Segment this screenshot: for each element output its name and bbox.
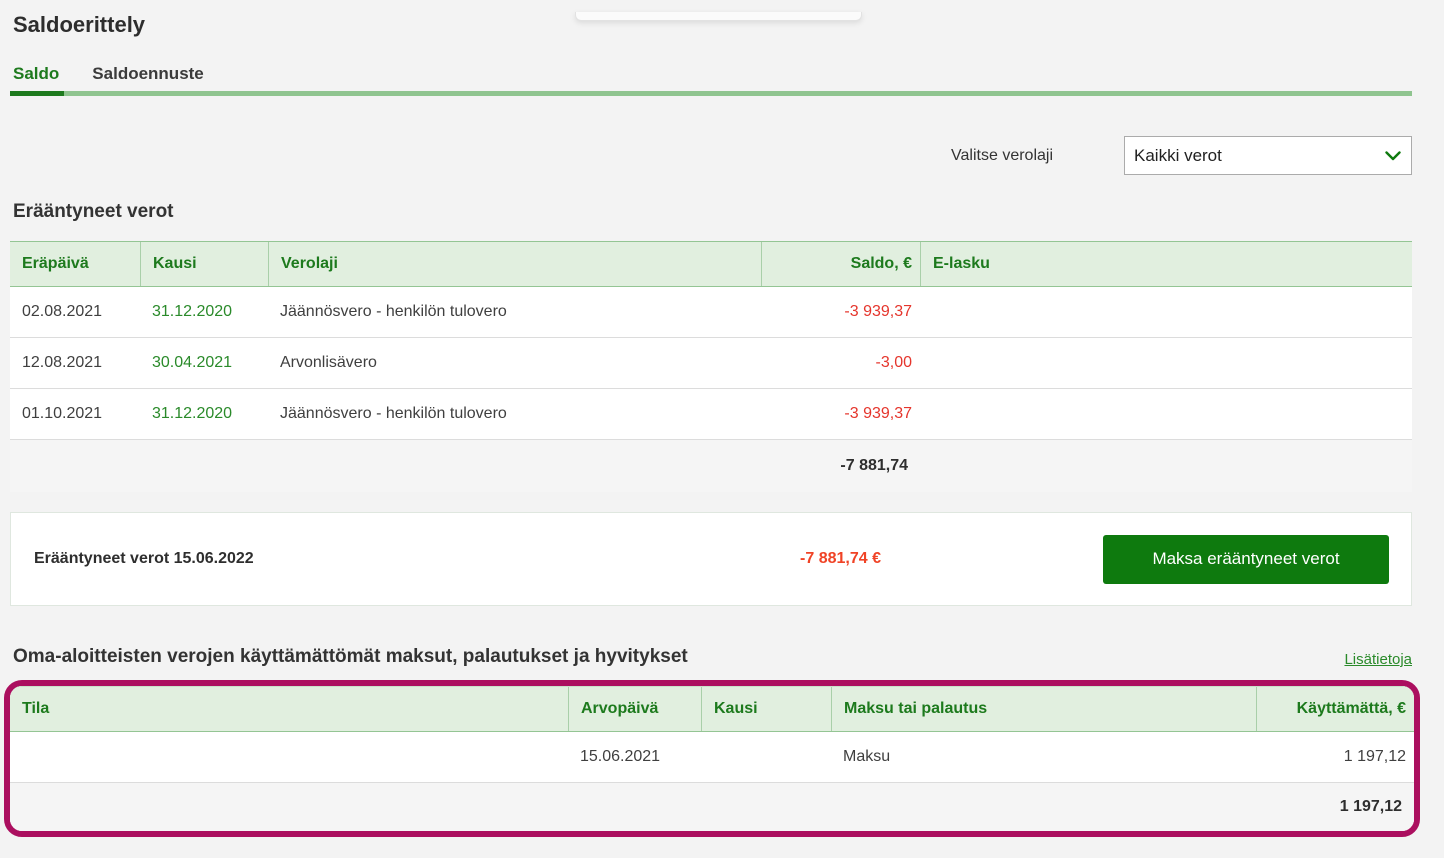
value-date-cell: 15.06.2021 (568, 732, 701, 782)
active-tab-indicator (10, 91, 64, 96)
column-header-period: Kausi (140, 242, 268, 286)
column-header-payment-or-refund: Maksu tai palautus (831, 687, 1256, 731)
tab-underline (10, 91, 1412, 96)
total-unused: 1 197,12 (1256, 783, 1414, 831)
chevron-down-icon (1385, 151, 1401, 161)
credits-heading: Oma-aloitteisten verojen käyttämättömät … (13, 646, 688, 668)
overdue-summary-card: Erääntyneet verot 15.06.2022 -7 881,74 €… (10, 512, 1412, 606)
tax-type-cell: Jäännösvero - henkilön tulovero (268, 389, 761, 439)
credits-heading-row: Oma-aloitteisten verojen käyttämättömät … (13, 646, 1412, 668)
tax-type-filter-row: Valitse verolaji Kaikki verot (0, 136, 1412, 175)
tab-bar: Saldo Saldoennuste (10, 64, 1444, 84)
table-header-row: Eräpäivä Kausi Verolaji Saldo, € E-lasku (10, 241, 1412, 287)
status-cell (10, 732, 568, 782)
more-info-link[interactable]: Lisätietoja (1344, 651, 1412, 668)
payment-or-refund-cell: Maksu (831, 732, 1256, 782)
table-header-row: Tila Arvopäivä Kausi Maksu tai palautus … (10, 686, 1414, 732)
e-invoice-cell (920, 338, 1412, 388)
tax-type-select[interactable]: Kaikki verot (1124, 136, 1412, 175)
column-header-unused: Käyttämättä, € (1256, 687, 1414, 731)
tax-type-cell: Arvonlisävero (268, 338, 761, 388)
e-invoice-cell (920, 287, 1412, 337)
column-header-e-invoice: E-lasku (920, 242, 1412, 286)
due-date-cell: 01.10.2021 (10, 389, 140, 439)
scrolled-element-remnant (575, 12, 862, 21)
tab-saldoennuste[interactable]: Saldoennuste (89, 64, 206, 84)
tax-type-selected-value: Kaikki verot (1125, 146, 1385, 166)
due-date-cell: 12.08.2021 (10, 338, 140, 388)
table-total-row: -7 881,74 (10, 440, 1412, 492)
period-cell (701, 732, 831, 782)
total-balance: -7 881,74 (761, 440, 920, 492)
period-link[interactable]: 31.12.2020 (140, 287, 268, 337)
column-header-value-date: Arvopäivä (568, 687, 701, 731)
tab-saldo[interactable]: Saldo (10, 64, 62, 84)
column-header-balance: Saldo, € (761, 242, 920, 286)
balance-cell: -3,00 (761, 338, 920, 388)
overdue-taxes-heading: Erääntyneet verot (13, 201, 1444, 223)
column-header-status: Tila (10, 687, 568, 731)
e-invoice-cell (920, 389, 1412, 439)
overdue-summary-label: Erääntyneet verot 15.06.2022 (34, 550, 364, 568)
overdue-taxes-table: Eräpäivä Kausi Verolaji Saldo, € E-lasku… (10, 241, 1412, 492)
period-link[interactable]: 30.04.2021 (140, 338, 268, 388)
overdue-summary-amount: -7 881,74 € (364, 550, 881, 568)
table-total-row: 1 197,12 (10, 783, 1414, 831)
highlight-annotation: Tila Arvopäivä Kausi Maksu tai palautus … (4, 680, 1420, 837)
table-row: 15.06.2021 Maksu 1 197,12 (10, 732, 1414, 783)
tax-type-label: Valitse verolaji (951, 147, 1053, 165)
unused-amount-cell: 1 197,12 (1256, 732, 1414, 782)
table-row: 02.08.2021 31.12.2020 Jäännösvero - henk… (10, 287, 1412, 338)
pay-overdue-taxes-button[interactable]: Maksa erääntyneet verot (1103, 535, 1389, 584)
table-row: 12.08.2021 30.04.2021 Arvonlisävero -3,0… (10, 338, 1412, 389)
credits-table: Tila Arvopäivä Kausi Maksu tai palautus … (10, 686, 1414, 831)
column-header-due-date: Eräpäivä (10, 242, 140, 286)
tax-type-cell: Jäännösvero - henkilön tulovero (268, 287, 761, 337)
balance-cell: -3 939,37 (761, 389, 920, 439)
due-date-cell: 02.08.2021 (10, 287, 140, 337)
column-header-period: Kausi (701, 687, 831, 731)
balance-cell: -3 939,37 (761, 287, 920, 337)
table-row: 01.10.2021 31.12.2020 Jäännösvero - henk… (10, 389, 1412, 440)
period-link[interactable]: 31.12.2020 (140, 389, 268, 439)
column-header-tax-type: Verolaji (268, 242, 761, 286)
